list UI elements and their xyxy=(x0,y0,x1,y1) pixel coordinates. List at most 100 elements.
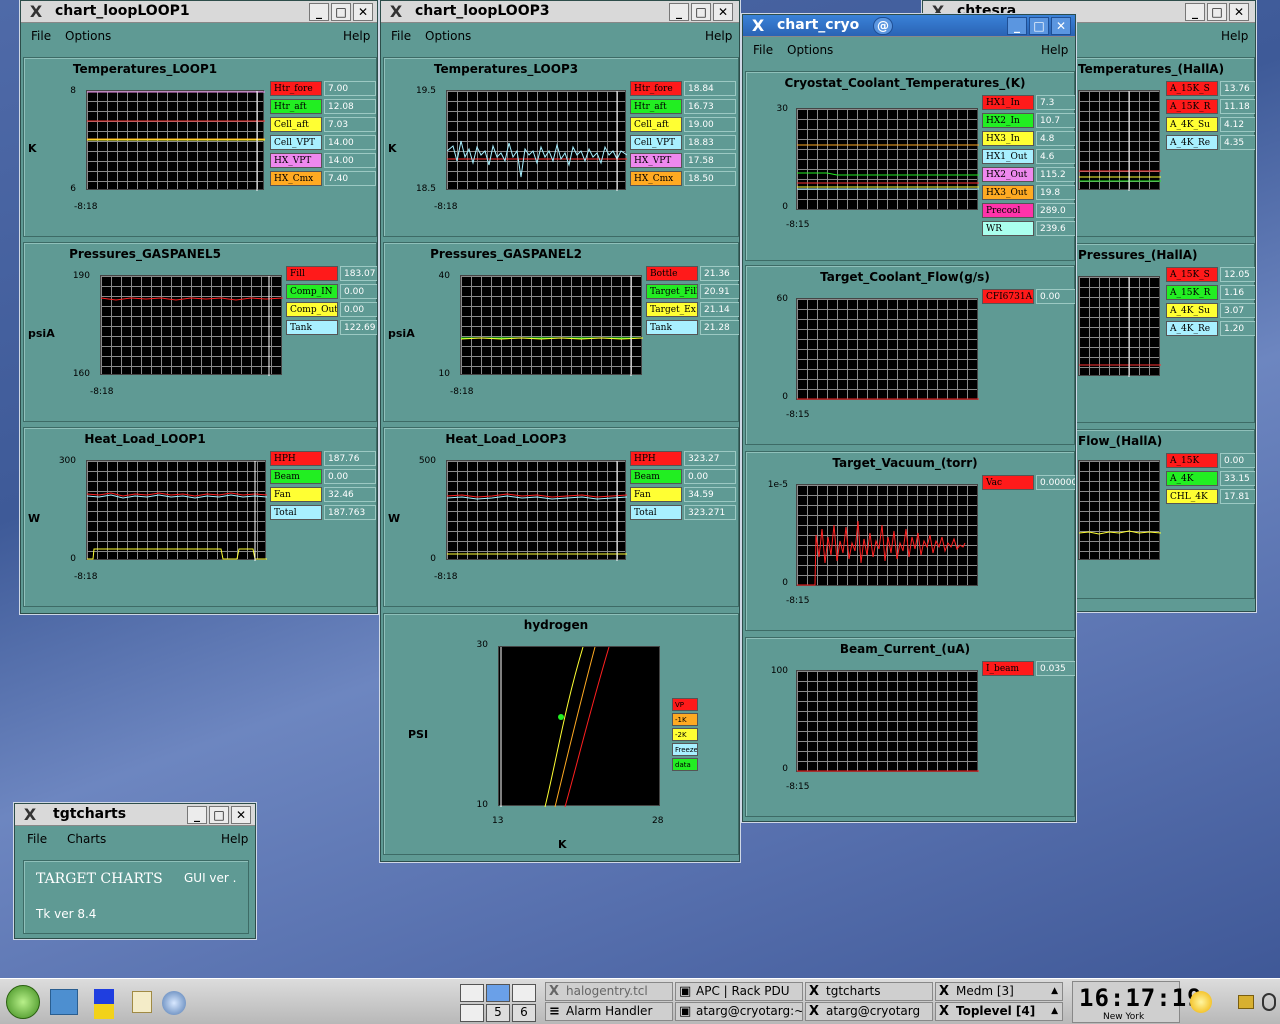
minimize-button[interactable]: _ xyxy=(187,806,207,824)
legend-swatch-label[interactable]: -2K xyxy=(672,728,698,741)
legend-swatch-label[interactable]: Tank xyxy=(646,320,698,335)
window-chart-loop3[interactable]: X chart_loopLOOP3 _ □ ✕ File Options Hel… xyxy=(380,0,740,862)
close-button[interactable]: ✕ xyxy=(353,3,373,21)
legend-swatch-label[interactable]: Precool xyxy=(982,203,1034,218)
legend-swatch-label[interactable]: A_4K xyxy=(1166,471,1218,486)
legend-swatch-label[interactable]: HX1_In xyxy=(982,95,1034,110)
legend-swatch-label[interactable]: Cell_VPT xyxy=(630,135,682,150)
legend-swatch-label[interactable]: CHL_4K xyxy=(1166,489,1218,504)
legend-swatch-label[interactable]: Comp_Out xyxy=(286,302,338,317)
close-button[interactable]: ✕ xyxy=(1229,3,1249,21)
legend-swatch-label[interactable]: HPH xyxy=(630,451,682,466)
maximize-button[interactable]: □ xyxy=(691,3,711,21)
legend-swatch-label[interactable]: HX3_In xyxy=(982,131,1034,146)
legend-swatch-label[interactable]: Cell_VPT xyxy=(270,135,322,150)
legend-swatch-label[interactable]: Beam xyxy=(630,469,682,484)
task-tgtcharts[interactable]: Xtgtcharts xyxy=(805,982,933,1001)
legend-swatch-label[interactable]: VP xyxy=(672,698,698,711)
legend-swatch-label[interactable]: Htr_fore xyxy=(270,81,322,96)
minimize-button[interactable]: _ xyxy=(1007,17,1027,35)
pager-desk-6[interactable]: 6 xyxy=(512,1004,536,1022)
window-chart-loop1[interactable]: X chart_loopLOOP1 _ □ ✕ File Options Hel… xyxy=(20,0,378,614)
pager-desk-4[interactable] xyxy=(460,1004,484,1022)
legend-swatch-label[interactable]: data xyxy=(672,758,698,771)
task-alarm-handler[interactable]: ≡ Alarm Handler xyxy=(545,1002,673,1021)
task-terminal-2[interactable]: Xatarg@cryotarg xyxy=(805,1002,933,1021)
legend-swatch-label[interactable]: Fill xyxy=(286,266,338,281)
legend-swatch-label[interactable]: A_4K_Re xyxy=(1166,321,1218,336)
close-button[interactable]: ✕ xyxy=(713,3,733,21)
legend-swatch-label[interactable]: HX_Cmx xyxy=(630,171,682,186)
legend-swatch-label[interactable]: Freeze xyxy=(672,743,698,756)
konqueror-icon[interactable] xyxy=(132,991,152,1013)
task-halogentry[interactable]: Xhalogentry.tcl xyxy=(545,982,673,1001)
legend-swatch-label[interactable]: HPH xyxy=(270,451,322,466)
legend-swatch-label[interactable]: A_4K_Su xyxy=(1166,117,1218,132)
menu-file[interactable]: File xyxy=(753,43,773,57)
menu-help[interactable]: Help xyxy=(343,29,370,43)
legend-swatch-label[interactable]: Total xyxy=(270,505,322,520)
pager-desk-1[interactable] xyxy=(460,984,484,1002)
menu-options[interactable]: Options xyxy=(65,29,111,43)
minimize-button[interactable]: _ xyxy=(309,3,329,21)
menu-help[interactable]: Help xyxy=(705,29,732,43)
legend-swatch-label[interactable]: Fan xyxy=(270,487,322,502)
legend-swatch-label[interactable]: A_15K_S xyxy=(1166,81,1218,96)
menu-help[interactable]: Help xyxy=(1221,29,1248,43)
maximize-button[interactable]: □ xyxy=(209,806,229,824)
legend-swatch-label[interactable]: Cell_aft xyxy=(270,117,322,132)
menu-help[interactable]: Help xyxy=(1041,43,1068,57)
legend-swatch-label[interactable]: A_4K_Su xyxy=(1166,303,1218,318)
titlebar[interactable]: X tgtcharts _ □ ✕ xyxy=(15,804,255,826)
legend-swatch-label[interactable]: HX3_Out xyxy=(982,185,1034,200)
k-menu-icon[interactable] xyxy=(6,985,40,1019)
legend-swatch-label[interactable]: Cell_aft xyxy=(630,117,682,132)
window-tgtcharts[interactable]: X tgtcharts _ □ ✕ File Charts Help TARGE… xyxy=(14,803,256,939)
legend-swatch-label[interactable]: A_15K_R xyxy=(1166,285,1218,300)
legend-swatch-label[interactable]: Target_Ex xyxy=(646,302,698,317)
weather-sun-icon[interactable] xyxy=(1190,991,1212,1013)
legend-swatch-label[interactable]: CFI6731A xyxy=(982,289,1034,304)
pager-desk-2[interactable] xyxy=(486,984,510,1002)
legend-swatch-label[interactable]: HX_Cmx xyxy=(270,171,322,186)
legend-swatch-label[interactable]: HX2_In xyxy=(982,113,1034,128)
legend-swatch-label[interactable]: Htr_aft xyxy=(630,99,682,114)
legend-swatch-label[interactable]: HX_VPT xyxy=(270,153,322,168)
legend-swatch-label[interactable]: HX1_Out xyxy=(982,149,1034,164)
logout-icon[interactable] xyxy=(1262,993,1276,1011)
kontrol-icon[interactable] xyxy=(94,989,114,1019)
task-terminal-1[interactable]: ▣ atarg@cryotarg:~ xyxy=(675,1002,803,1021)
menu-file[interactable]: File xyxy=(391,29,411,43)
legend-swatch-label[interactable]: Vac xyxy=(982,475,1034,490)
task-medm-group[interactable]: X Medm [3] ▲ xyxy=(935,982,1063,1001)
desktop-icon[interactable] xyxy=(50,989,78,1015)
legend-swatch-label[interactable]: A_4K_Re xyxy=(1166,135,1218,150)
menu-options[interactable]: Options xyxy=(425,29,471,43)
legend-swatch-label[interactable]: Fan xyxy=(630,487,682,502)
legend-swatch-label[interactable]: Comp_IN xyxy=(286,284,338,299)
maximize-button[interactable]: □ xyxy=(1207,3,1227,21)
pager-desk-3[interactable] xyxy=(512,984,536,1002)
menu-options[interactable]: Options xyxy=(787,43,833,57)
legend-swatch-label[interactable]: Bottle xyxy=(646,266,698,281)
legend-swatch-label[interactable]: Htr_aft xyxy=(270,99,322,114)
lock-icon[interactable] xyxy=(1238,995,1254,1009)
legend-swatch-label[interactable]: Total xyxy=(630,505,682,520)
maximize-button[interactable]: □ xyxy=(1029,17,1049,35)
menu-file[interactable]: File xyxy=(31,29,51,43)
window-chart-cryo[interactable]: X chart_cryo @ _ □ ✕ File Options Help C… xyxy=(742,14,1076,822)
close-button[interactable]: ✕ xyxy=(1051,17,1071,35)
titlebar[interactable]: X chart_cryo @ _ □ ✕ xyxy=(743,15,1075,37)
desktop-pager[interactable]: 5 6 xyxy=(458,982,538,1022)
task-toplevel-group[interactable]: X Toplevel [4] ▲ xyxy=(935,1002,1063,1021)
menu-help[interactable]: Help xyxy=(221,832,248,846)
clock[interactable]: 16:17:19 New York xyxy=(1072,981,1202,1023)
minimize-button[interactable]: _ xyxy=(1185,3,1205,21)
menu-charts[interactable]: Charts xyxy=(67,832,106,846)
legend-swatch-label[interactable]: Target_Fill xyxy=(646,284,698,299)
web-browser-icon[interactable] xyxy=(162,991,186,1015)
titlebar[interactable]: X chart_loopLOOP1 _ □ ✕ xyxy=(21,1,377,23)
legend-swatch-label[interactable]: I_beam xyxy=(982,661,1034,676)
legend-swatch-label[interactable]: Beam xyxy=(270,469,322,484)
legend-swatch-label[interactable]: -1K xyxy=(672,713,698,726)
